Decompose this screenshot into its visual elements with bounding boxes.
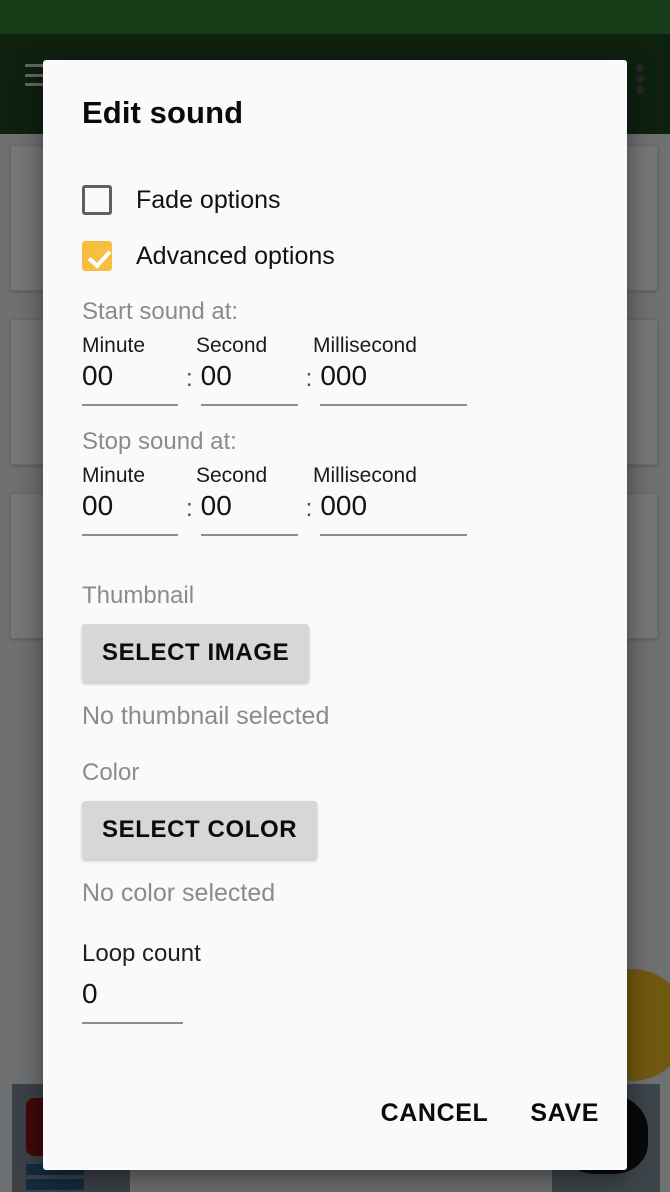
- color-status: No color selected: [82, 879, 276, 907]
- select-color-button[interactable]: SELECT COLOR: [82, 801, 318, 859]
- stop-sound-heading: Stop sound at:: [82, 428, 237, 455]
- stop-millisecond-input[interactable]: 000: [320, 492, 468, 536]
- stop-separator-1: :: [186, 495, 193, 522]
- fade-options-label: Fade options: [136, 185, 281, 214]
- start-separator-1: :: [186, 365, 193, 392]
- start-sound-fields: 00 : 00 : 000: [43, 362, 627, 406]
- checkbox-row-advanced-options[interactable]: Advanced options: [43, 236, 627, 276]
- dialog-title: Edit sound: [82, 95, 244, 130]
- status-bar-overlay: [0, 0, 670, 34]
- edit-sound-dialog: Edit sound Fade options Advanced options…: [43, 60, 627, 1170]
- thumbnail-label: Thumbnail: [82, 582, 195, 609]
- stop-millisecond-label: Millisecond: [313, 464, 417, 487]
- thumbnail-status: No thumbnail selected: [82, 702, 330, 730]
- start-millisecond-label: Millisecond: [313, 334, 417, 357]
- advanced-options-label: Advanced options: [136, 241, 335, 270]
- select-image-button[interactable]: SELECT IMAGE: [82, 624, 310, 682]
- dialog-body: Fade options Advanced options Start soun…: [43, 180, 627, 1024]
- checkbox-row-fade-options[interactable]: Fade options: [43, 180, 627, 220]
- stop-minute-input[interactable]: 00: [82, 492, 178, 536]
- save-button[interactable]: SAVE: [528, 1093, 601, 1134]
- start-sound-heading: Start sound at:: [82, 298, 239, 325]
- start-minute-label: Minute: [82, 334, 146, 357]
- stop-sound-fields: 00 : 00 : 000: [43, 492, 627, 536]
- dialog-action-bar: CANCEL SAVE: [379, 1093, 601, 1134]
- start-minute-input[interactable]: 00: [82, 362, 178, 406]
- start-millisecond-input[interactable]: 000: [320, 362, 468, 406]
- loop-count-input[interactable]: 0: [82, 980, 183, 1024]
- fade-options-checkbox[interactable]: [82, 185, 112, 215]
- advanced-options-checkbox[interactable]: [82, 241, 112, 271]
- stop-separator-2: :: [305, 495, 313, 522]
- start-sound-field-labels: Minute Second Millisecond: [43, 334, 627, 358]
- stop-second-input[interactable]: 00: [200, 492, 298, 536]
- start-separator-2: :: [305, 365, 313, 392]
- stop-sound-field-labels: Minute Second Millisecond: [43, 464, 627, 488]
- stop-minute-label: Minute: [82, 464, 146, 487]
- color-label: Color: [82, 759, 140, 786]
- start-second-input[interactable]: 00: [200, 362, 298, 406]
- loop-count-label: Loop count: [82, 940, 201, 967]
- stop-second-label: Second: [196, 464, 268, 487]
- start-second-label: Second: [196, 334, 268, 357]
- cancel-button[interactable]: CANCEL: [379, 1093, 491, 1134]
